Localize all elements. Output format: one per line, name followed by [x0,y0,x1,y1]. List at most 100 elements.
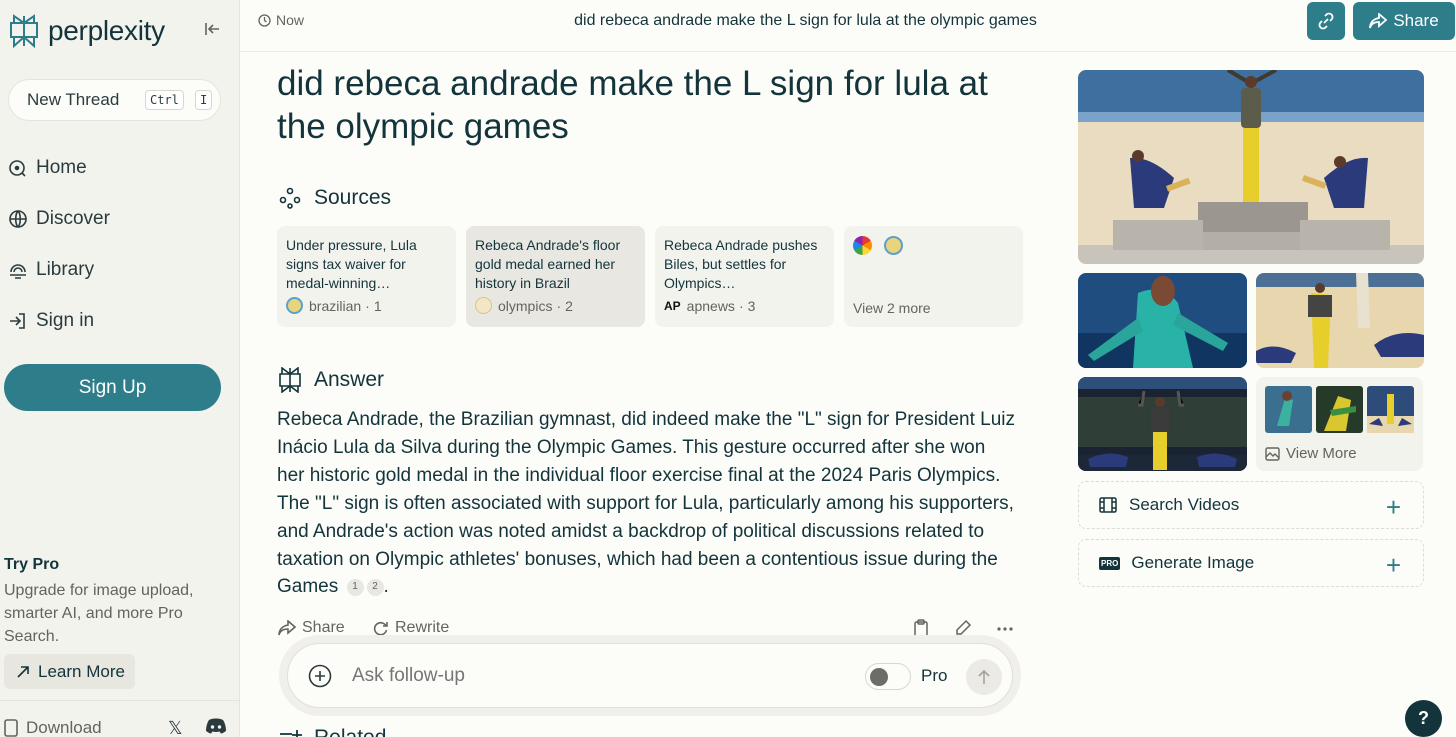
pro-toggle[interactable] [865,663,911,690]
share-icon [1369,13,1388,29]
view-more-images-text: View More [1286,445,1357,462]
source-meta: AP apnews · 3 [664,297,756,314]
generate-image-button[interactable]: PRO Generate Image + [1078,539,1424,587]
sidebar-item-library[interactable]: Library [8,252,94,288]
home-icon [9,160,26,177]
sign-up-button[interactable]: Sign Up [4,364,221,411]
answer-body: Rebeca Andrade, the Brazilian gymnast, d… [277,409,1016,598]
toggle-knob [870,668,888,686]
edit-icon[interactable] [954,619,972,642]
share-answer-label: Share [302,619,345,636]
question-title: did rebeca andrade make the L sign for l… [277,64,988,146]
link-icon [1318,12,1334,30]
learn-more-button[interactable]: Learn More [4,654,135,689]
pro-label: Pro [921,666,948,685]
source-site: apnews [686,297,735,314]
globe-icon [9,210,27,228]
image-teal-leotard[interactable] [1078,273,1247,368]
sidebar-item-label: Sign in [36,310,95,331]
new-thread-button[interactable]: New Thread Ctrl I [8,79,221,121]
discord-icon[interactable] [205,718,227,737]
film-icon [1099,497,1117,513]
rewrite-label: Rewrite [395,619,450,636]
plus-icon: + [1385,492,1401,522]
answer-heading: Answer [278,367,384,393]
rewrite-button[interactable]: Rewrite [372,619,449,637]
plus-icon: + [1385,550,1401,580]
sidebar-item-home[interactable]: Home [8,150,87,186]
learn-more-label: Learn More [38,661,125,681]
sidebar: perplexity New Thread Ctrl I Home Discov… [0,0,240,737]
image-icon [1265,446,1280,461]
rewrite-icon [373,621,388,635]
more-options-icon[interactable] [996,619,1014,642]
thumbnail-2 [1316,386,1363,433]
download-link[interactable]: Download [4,718,102,737]
perplexity-logo-icon [10,14,38,48]
sidebar-item-label: Library [36,259,95,280]
download-label: Download [26,718,102,737]
source-site: brazilian [309,297,362,314]
try-pro-description: Upgrade for image upload, smarter AI, an… [4,582,194,645]
perplexity-answer-icon [279,367,301,393]
source-card[interactable]: Under pressure, Lula signs tax waiver fo… [277,226,456,327]
citation-2[interactable]: 2 [366,578,384,596]
submit-button[interactable] [966,659,1002,695]
image-bow[interactable] [1256,273,1424,368]
source-title: Under pressure, Lula signs tax waiver fo… [286,237,417,291]
arrow-up-right-icon [17,665,29,678]
help-button[interactable]: ? [1405,700,1442,737]
view-more-sources: View 2 more [853,300,931,316]
brazilian-favicon-icon [884,236,903,255]
brazilian-favicon-icon [286,297,303,314]
sidebar-item-label: Discover [36,208,110,229]
thumbnail-3 [1367,386,1414,433]
share-button[interactable]: Share [1353,2,1455,40]
collapse-sidebar-icon[interactable] [204,20,226,42]
image-podium[interactable] [1078,70,1424,264]
sidebar-item-sign-in[interactable]: Sign in [8,303,94,339]
source-card[interactable]: Rebeca Andrade pushes Biles, but settles… [655,226,834,327]
sources-heading-label: Sources [314,186,392,209]
source-index: 2 [565,297,573,314]
related-icon [280,730,302,737]
generate-image-label: Generate Image [1131,553,1255,572]
sources-heading: Sources [278,186,391,210]
sidebar-item-discover[interactable]: Discover [8,201,110,237]
library-icon [10,264,26,279]
logo[interactable]: perplexity [8,14,165,48]
source-card[interactable]: Rebeca Andrade's floor gold medal earned… [466,226,645,327]
source-site: olympics [498,297,553,314]
search-videos-button[interactable]: Search Videos + [1078,481,1424,529]
view-more-images[interactable]: View More [1256,377,1423,471]
attach-plus-icon[interactable] [308,664,332,693]
source-title: Rebeca Andrade pushes Biles, but settles… [664,237,818,291]
copy-icon[interactable] [913,619,929,642]
source-card-view-more[interactable]: View 2 more [844,226,1023,327]
related-heading: Related [278,726,386,737]
follow-up-input[interactable] [352,665,802,687]
olympics-favicon-icon [475,297,492,314]
logo-text: perplexity [48,15,165,46]
follow-up-bar: Pro [287,643,1013,708]
thumbnail-1 [1265,386,1312,433]
citation-1[interactable]: 1 [346,578,364,596]
new-thread-label: New Thread [27,90,120,109]
image-arena[interactable] [1078,377,1247,471]
sources-icon [279,187,301,209]
sidebar-divider [0,700,240,701]
share-answer-button[interactable]: Share [278,619,345,637]
answer-heading-label: Answer [314,368,385,391]
copy-link-button[interactable] [1307,2,1345,40]
sign-in-icon [10,313,25,329]
view-more-images-label: View More [1265,445,1357,462]
nbc-favicon-icon [853,236,872,255]
x-icon[interactable]: 𝕏 [168,718,183,737]
sidebar-item-label: Home [36,157,87,178]
source-index: 3 [747,297,756,314]
top-bar: Now did rebeca andrade make the L sign f… [240,0,1456,52]
source-meta: brazilian · 1 [286,297,382,314]
source-index: 1 [373,297,382,314]
shortcut-i: I [195,90,213,110]
ap-favicon-icon: AP [664,298,681,313]
